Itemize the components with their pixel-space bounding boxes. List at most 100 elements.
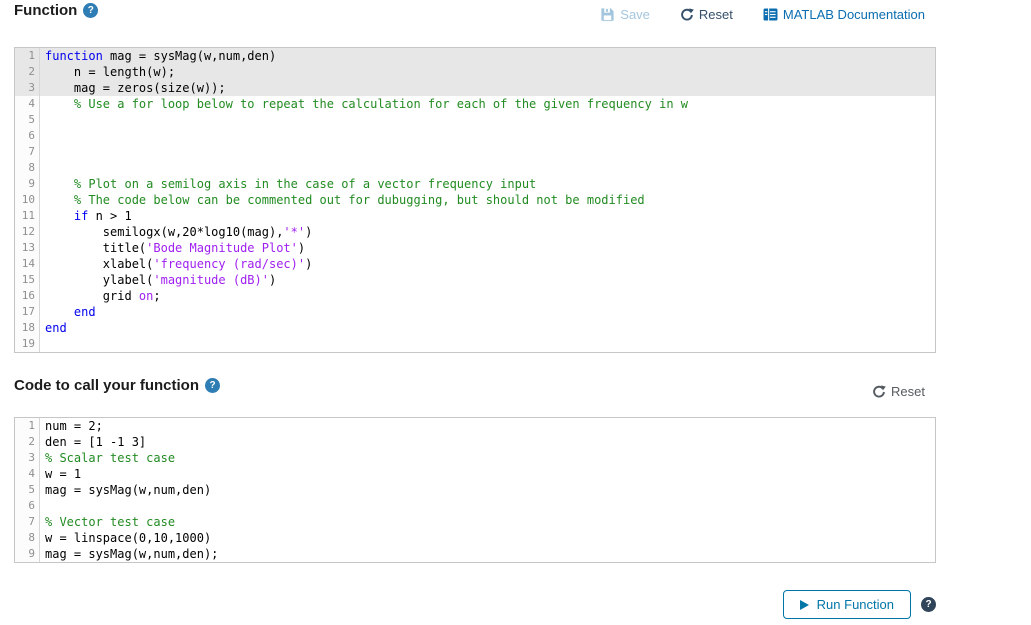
code-text: % Use a for loop below to repeat the cal… — [45, 97, 688, 111]
call-code-help-icon[interactable]: ? — [205, 378, 221, 393]
code-text: mag = sysMag(w,num,den); — [45, 547, 219, 561]
run-row: Run Function ? — [782, 590, 936, 619]
code-line[interactable]: 6 — [15, 498, 935, 514]
line-number: 10 — [15, 192, 40, 208]
reset-label: Reset — [698, 7, 733, 22]
code-text: end — [45, 321, 67, 335]
line-number: 4 — [15, 466, 40, 482]
code-line[interactable]: 12 semilogx(w,20*log10(mag),'*') — [15, 224, 935, 240]
code-line[interactable]: 2 n = length(w); — [15, 64, 935, 80]
code-text: end — [73, 305, 96, 319]
line-number: 9 — [15, 176, 40, 192]
line-number: 8 — [15, 530, 40, 546]
code-text: w = linspace(0,10,1000) — [45, 531, 212, 545]
line-number: 7 — [15, 144, 40, 160]
editor-toolbar: Save Reset MATLAB Documentation — [600, 7, 925, 22]
code-line[interactable]: 11 if n > 1 — [15, 208, 935, 224]
call-code-title-label: Code to call your function — [14, 377, 200, 394]
matlab-documentation-label: MATLAB Documentation — [782, 7, 925, 22]
code-line[interactable]: 2 den = [1 -1 3] — [15, 434, 935, 450]
code-line[interactable]: 1 num = 2; — [15, 418, 935, 434]
code-text: if n > 1 — [73, 209, 132, 223]
code-line[interactable]: 19 — [15, 336, 935, 352]
reset-call-code-button[interactable]: Reset — [872, 384, 925, 399]
line-number: 15 — [15, 272, 40, 288]
code-line[interactable]: 9 % Plot on a semilog axis in the case o… — [15, 176, 935, 192]
line-number: 9 — [15, 546, 40, 562]
code-line[interactable]: 8 w = linspace(0,10,1000) — [15, 530, 935, 546]
run-function-button[interactable]: Run Function — [782, 590, 911, 619]
code-text: % Scalar test case — [45, 451, 176, 465]
code-line[interactable]: 8 — [15, 160, 935, 176]
reset-function-button[interactable]: Reset — [680, 7, 733, 22]
reset-icon — [872, 384, 886, 399]
code-line[interactable]: 15 ylabel('magnitude (dB)') — [15, 272, 935, 288]
line-number: 4 — [15, 96, 40, 112]
line-number: 19 — [15, 336, 40, 352]
line-number: 3 — [15, 80, 40, 96]
reset-icon — [680, 7, 694, 22]
line-number: 17 — [15, 304, 40, 320]
code-line[interactable]: 7 % Vector test case — [15, 514, 935, 530]
code-line[interactable]: 3 % Scalar test case — [15, 450, 935, 466]
play-icon — [799, 599, 809, 610]
run-function-help-icon[interactable]: ? — [921, 597, 936, 612]
line-number: 11 — [15, 208, 40, 224]
line-number: 1 — [15, 48, 40, 64]
line-number: 13 — [15, 240, 40, 256]
line-number: 6 — [15, 128, 40, 144]
function-code-editor[interactable]: 1 function mag = sysMag(w,num,den) 2 n = l… — [14, 47, 936, 353]
code-line[interactable]: 7 — [15, 144, 935, 160]
function-help-icon[interactable]: ? — [83, 3, 99, 18]
code-line[interactable]: 13 title('Bode Magnitude Plot') — [15, 240, 935, 256]
code-line[interactable]: 16 grid on; — [15, 288, 935, 304]
code-line[interactable]: 10 % The code below can be commented out… — [15, 192, 935, 208]
code-text: mag = sysMag(w,num,den) — [45, 483, 212, 497]
function-title-label: Function — [14, 2, 78, 19]
code-line[interactable]: 1 function mag = sysMag(w,num,den) — [15, 48, 935, 64]
code-text: ylabel('magnitude (dB)') — [45, 273, 277, 287]
matlab-documentation-button[interactable]: MATLAB Documentation — [763, 7, 925, 22]
code-text: % Vector test case — [45, 515, 176, 529]
code-text: mag = zeros(size(w)); — [45, 81, 226, 95]
line-number: 5 — [15, 112, 40, 128]
save-icon — [600, 7, 615, 22]
line-number: 2 — [15, 64, 40, 80]
line-number: 5 — [15, 482, 40, 498]
code-line[interactable]: 5 — [15, 112, 935, 128]
code-text: n = length(w); — [45, 65, 176, 79]
code-line[interactable]: 18 end — [15, 320, 935, 336]
code-text: semilogx(w,20*log10(mag),'*') — [45, 225, 313, 239]
code-line[interactable]: 4 w = 1 — [15, 466, 935, 482]
code-text: xlabel('frequency (rad/sec)') — [45, 257, 313, 271]
code-text: % Plot on a semilog axis in the case of … — [45, 177, 537, 191]
line-number: 6 — [15, 498, 40, 514]
code-text: function mag = sysMag(w,num,den) — [45, 49, 277, 63]
code-text: den = [1 -1 3] — [45, 435, 147, 449]
code-line[interactable]: 3 mag = zeros(size(w)); — [15, 80, 935, 96]
line-number: 3 — [15, 450, 40, 466]
code-text: % The code below can be commented out fo… — [45, 193, 645, 207]
code-line[interactable]: 17 end — [15, 304, 935, 320]
run-function-label: Run Function — [816, 597, 894, 612]
code-text: num = 2; — [45, 419, 103, 433]
save-label: Save — [620, 7, 650, 22]
code-line[interactable]: 6 — [15, 128, 935, 144]
call-code-section-title: Code to call your function ? — [14, 377, 221, 394]
code-line[interactable]: 5 mag = sysMag(w,num,den) — [15, 482, 935, 498]
code-line[interactable]: 4 % Use a for loop below to repeat the c… — [15, 96, 935, 112]
function-section-title: Function ? — [14, 2, 99, 19]
line-number: 16 — [15, 288, 40, 304]
save-button[interactable]: Save — [600, 7, 650, 22]
code-line[interactable]: 14 xlabel('frequency (rad/sec)') — [15, 256, 935, 272]
code-line[interactable]: 9 mag = sysMag(w,num,den); — [15, 546, 935, 562]
call-code-editor[interactable]: 1 num = 2; 2 den = [1 -1 3] 3 % Scalar test c… — [14, 417, 936, 563]
code-text: grid on; — [45, 289, 161, 303]
matlab-grader-page: Function ? Save Reset MATLAB Documentati… — [0, 0, 1031, 625]
